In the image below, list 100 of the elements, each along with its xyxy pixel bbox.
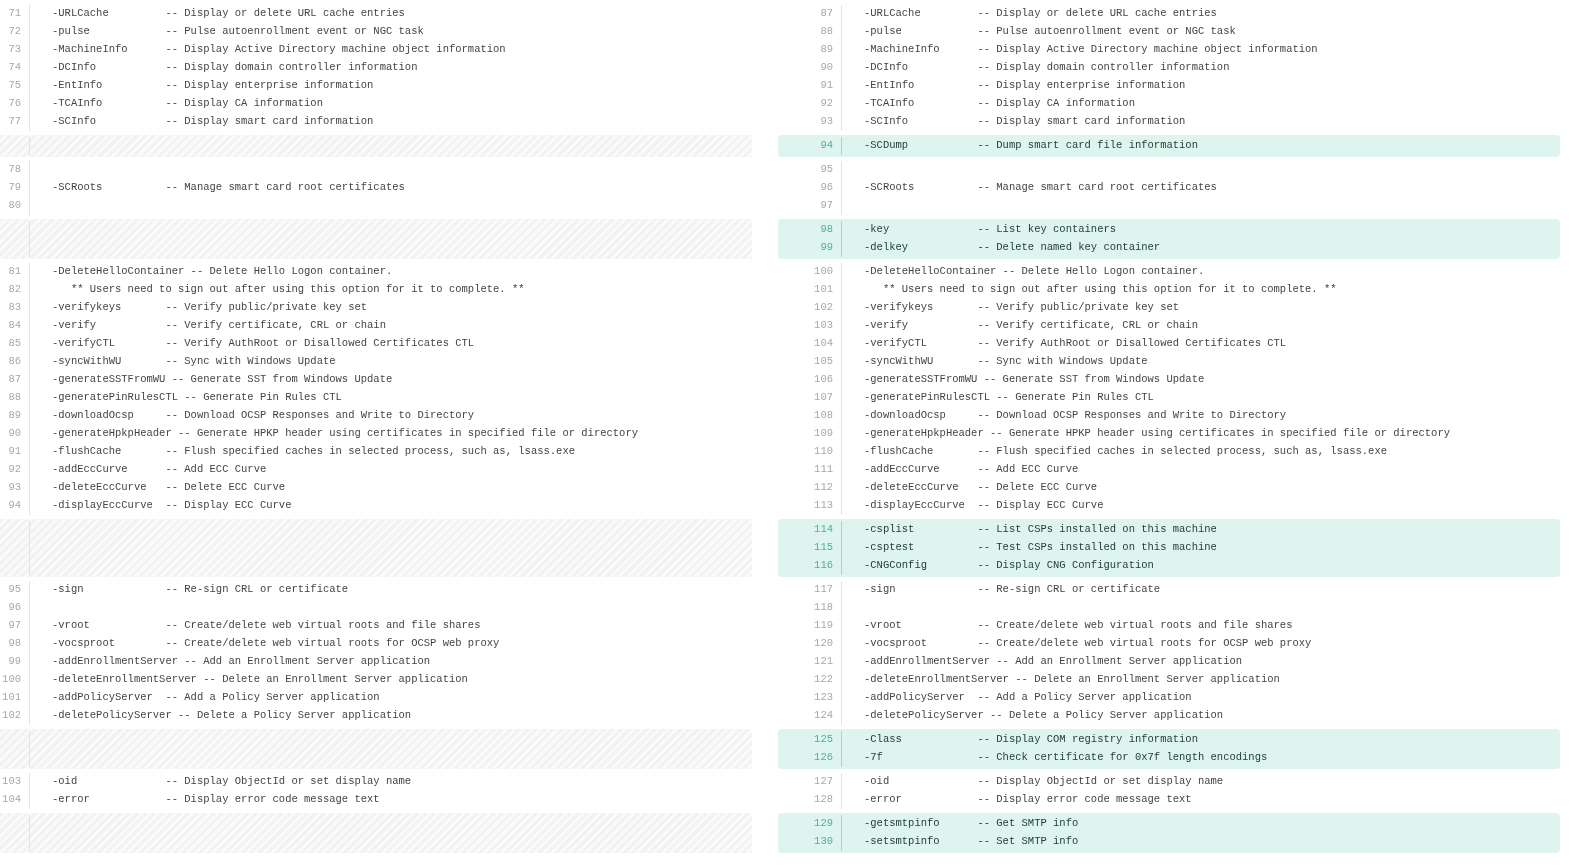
line-number: 98: [820, 222, 833, 238]
code-line: -deletePolicyServer -- Delete a Policy Server application: [51, 708, 412, 724]
line-number: 79: [8, 180, 21, 196]
code-line: -URLCache -- Display or delete URL cache entries: [863, 6, 1217, 22]
code-line: -flushCache -- Flush specified caches in selected process, such as, lsass.exe: [51, 444, 575, 460]
line-number: 103: [2, 774, 21, 790]
line-number: 110: [814, 444, 833, 460]
code-line: -Class -- Display COM registry information: [863, 732, 1198, 748]
code-line: -sign -- Re-sign CRL or certificate: [863, 582, 1161, 598]
line-number: 122: [814, 672, 833, 688]
code-line: -verifykeys -- Verify public/private key set: [51, 300, 368, 316]
line-number: 91: [8, 444, 21, 460]
code-line: -deleteEccCurve -- Delete ECC Curve: [863, 480, 1098, 496]
code-line: -MachineInfo -- Display Active Directory machine object information: [863, 42, 1318, 58]
line-number: 91: [820, 78, 833, 94]
line-number: 104: [2, 792, 21, 808]
line-number: 112: [814, 480, 833, 496]
code-line: -DeleteHelloContainer -- Delete Hello Logon container.: [863, 264, 1205, 280]
line-number: 95: [820, 162, 833, 178]
code-line: -syncWithWU -- Sync with Windows Update: [863, 354, 1148, 370]
code-line: -pulse -- Pulse autoenrollment event or NGC task: [863, 24, 1236, 40]
line-number: 114: [814, 522, 833, 538]
code-line: -error -- Display error code message text: [51, 792, 380, 808]
line-number: 118: [814, 600, 833, 616]
line-number: 94: [820, 138, 833, 154]
code-line: -addPolicyServer -- Add a Policy Server application: [863, 690, 1192, 706]
line-number: 72: [8, 24, 21, 40]
code-line: -setsmtpinfo -- Set SMTP info: [863, 834, 1079, 850]
line-number: 93: [820, 114, 833, 130]
line-number: 120: [814, 636, 833, 652]
line-number: 101: [2, 690, 21, 706]
code-line: -addEnrollmentServer -- Add an Enrollment Server application: [51, 654, 431, 670]
code-line: -verifyCTL -- Verify AuthRoot or Disallowed Certificates CTL: [51, 336, 475, 352]
code-line: -SCRoots -- Manage smart card root certificates: [51, 180, 405, 196]
line-number: 123: [814, 690, 833, 706]
code-line: -TCAInfo -- Display CA information: [863, 96, 1135, 112]
line-number: 130: [814, 834, 833, 850]
line-number: 92: [8, 462, 21, 478]
line-number: 97: [8, 618, 21, 634]
code-line: -SCRoots -- Manage smart card root certificates: [863, 180, 1217, 196]
code-line: -deleteEccCurve -- Delete ECC Curve: [51, 480, 286, 496]
code-line: -delkey -- Delete named key container: [863, 240, 1161, 256]
code-line: -verify -- Verify certificate, CRL or chain: [51, 318, 386, 334]
line-number: 101: [814, 282, 833, 298]
code-line: -addEccCurve -- Add ECC Curve: [51, 462, 267, 478]
line-number: 87: [8, 372, 21, 388]
line-number: 88: [820, 24, 833, 40]
code-line: -key -- List key containers: [863, 222, 1117, 238]
code-line: -sign -- Re-sign CRL or certificate: [51, 582, 349, 598]
code-line: -URLCache -- Display or delete URL cache entries: [51, 6, 405, 22]
code-line: -vocsproot -- Create/delete web virtual roots for OCSP web proxy: [51, 636, 500, 652]
line-number: 125: [814, 732, 833, 748]
code-line: -oid -- Display ObjectId or set display name: [51, 774, 412, 790]
code-line: -addPolicyServer -- Add a Policy Server application: [51, 690, 380, 706]
line-number: 82: [8, 282, 21, 298]
code-line: -deleteEnrollmentServer -- Delete an Enrollment Server application: [863, 672, 1280, 688]
code-line: -error -- Display error code message text: [863, 792, 1192, 808]
line-number: 102: [2, 708, 21, 724]
line-number: 73: [8, 42, 21, 58]
code-line: -SCInfo -- Display smart card information: [51, 114, 374, 130]
line-number: 117: [814, 582, 833, 598]
line-number: 128: [814, 792, 833, 808]
line-number: 86: [8, 354, 21, 370]
code-line: -downloadOcsp -- Download OCSP Responses and Write to Directory: [51, 408, 475, 424]
line-number: 93: [8, 480, 21, 496]
code-line: -EntInfo -- Display enterprise information: [863, 78, 1186, 94]
line-number: 81: [8, 264, 21, 280]
line-number: 80: [8, 198, 21, 214]
code-line: -SCDump -- Dump smart card file information: [863, 138, 1198, 154]
code-line: -MachineInfo -- Display Active Directory machine object information: [51, 42, 506, 58]
line-number: 103: [814, 318, 833, 334]
line-number: 108: [814, 408, 833, 424]
code-line: -verifykeys -- Verify public/private key set: [863, 300, 1180, 316]
line-number: 98: [8, 636, 21, 652]
line-number: 88: [8, 390, 21, 406]
line-number: 71: [8, 6, 21, 22]
code-line: -flushCache -- Flush specified caches in selected process, such as, lsass.exe: [863, 444, 1387, 460]
line-number: 83: [8, 300, 21, 316]
code-line: -addEccCurve -- Add ECC Curve: [863, 462, 1079, 478]
code-line: -generateHpkpHeader -- Generate HPKP header using certificates in specified file or directory: [51, 426, 638, 442]
line-number: 100: [814, 264, 833, 280]
code-line: -verify -- Verify certificate, CRL or chain: [863, 318, 1198, 334]
code-line: -deletePolicyServer -- Delete a Policy Server application: [863, 708, 1224, 724]
line-number: 99: [8, 654, 21, 670]
code-line: -displayEccCurve -- Display ECC Curve: [51, 498, 292, 514]
code-line: -generateSSTFromWU -- Generate SST from Windows Update: [863, 372, 1205, 388]
line-number: 121: [814, 654, 833, 670]
code-line: -TCAInfo -- Display CA information: [51, 96, 323, 112]
line-number: 78: [8, 162, 21, 178]
line-number: 75: [8, 78, 21, 94]
code-line: -pulse -- Pulse autoenrollment event or NGC task: [51, 24, 424, 40]
line-number: 126: [814, 750, 833, 766]
line-number: 84: [8, 318, 21, 334]
line-number: 90: [8, 426, 21, 442]
line-number: 99: [820, 240, 833, 256]
line-number: 106: [814, 372, 833, 388]
line-number: 111: [814, 462, 833, 478]
line-number: 74: [8, 60, 21, 76]
code-line: -vocsproot -- Create/delete web virtual roots for OCSP web proxy: [863, 636, 1312, 652]
code-line: -csplist -- List CSPs installed on this machine: [863, 522, 1217, 538]
